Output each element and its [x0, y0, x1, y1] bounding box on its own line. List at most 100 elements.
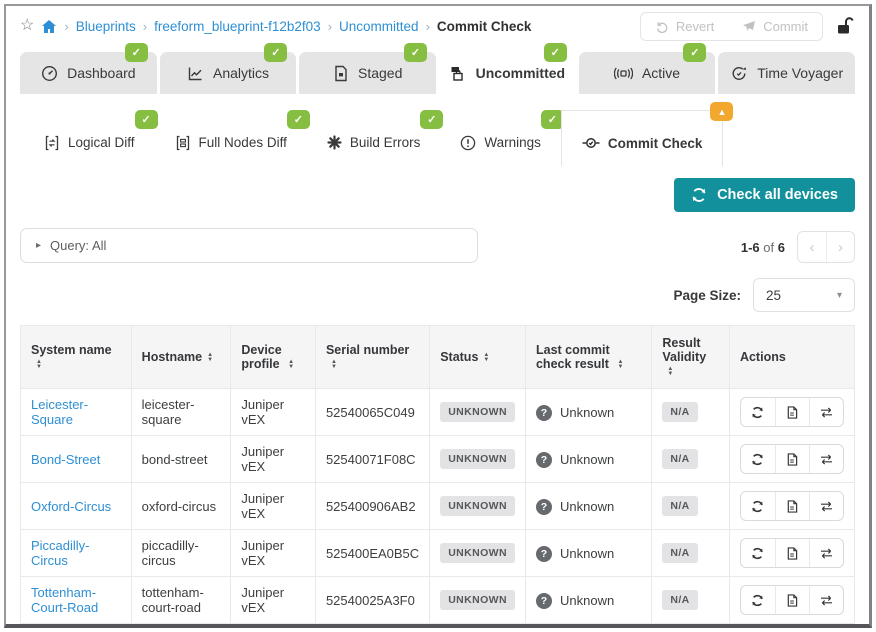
result-validity-badge: N/A: [662, 402, 697, 422]
col-last-commit-check-result[interactable]: Last commit check result ▲▼: [525, 326, 651, 389]
row-actions: [740, 444, 844, 474]
recheck-button[interactable]: [741, 398, 775, 426]
result-validity-badge: N/A: [662, 449, 697, 469]
device-profile-cell: Juniper vEX: [231, 436, 316, 483]
tab-dashboard[interactable]: Dashboard ✓: [20, 52, 157, 94]
revert-label: Revert: [676, 19, 714, 34]
last-commit-check-result: Unknown: [560, 546, 614, 561]
view-report-button[interactable]: [775, 398, 809, 426]
breadcrumb-separator: ›: [64, 19, 68, 34]
expand-arrow-icon[interactable]: ▸: [36, 240, 41, 251]
sort-icon[interactable]: ▲▼: [483, 353, 489, 363]
breadcrumb-bar: ☆ › Blueprints › freeform_blueprint-f12b…: [20, 6, 855, 44]
tab-staged[interactable]: Staged ✓: [299, 52, 436, 94]
hostname-cell: oxford-circus: [131, 483, 231, 530]
view-report-button[interactable]: [775, 492, 809, 520]
status-badge: UNKNOWN: [440, 543, 515, 563]
prev-page-button[interactable]: ‹: [798, 232, 826, 262]
col-status[interactable]: Status▲▼: [430, 326, 526, 389]
sub-tab-bar: Logical Diff ✓ Full Nodes Diff ✓ Build E…: [20, 110, 855, 166]
app-window: ☆ › Blueprints › freeform_blueprint-f12b…: [4, 4, 872, 628]
table-body: Leicester-Square leicester-square Junipe…: [21, 389, 855, 629]
table-row: Tottenham-Court-Road tottenham-court-roa…: [21, 577, 855, 624]
system-name-link[interactable]: Tottenham-Court-Road: [31, 585, 98, 615]
subtab-commit-check[interactable]: Commit Check ▲: [561, 110, 724, 166]
compare-button[interactable]: [809, 586, 843, 614]
subtab-warnings[interactable]: Warnings ✓: [440, 110, 561, 166]
col-result-validity[interactable]: Result Validity ▲▼: [652, 326, 730, 389]
revert-button[interactable]: Revert: [641, 13, 728, 40]
compare-button[interactable]: [809, 445, 843, 473]
view-report-button[interactable]: [775, 539, 809, 567]
table-row: Bond-Street bond-street Juniper vEX 5254…: [21, 436, 855, 483]
home-icon[interactable]: [41, 19, 57, 34]
revert-commit-button-group: Revert Commit: [640, 12, 823, 41]
system-name-link[interactable]: Piccadilly-Circus: [31, 538, 90, 568]
recheck-button[interactable]: [741, 586, 775, 614]
pagination-controls: ‹ ›: [797, 231, 855, 263]
status-badge: UNKNOWN: [440, 590, 515, 610]
subtab-full-nodes-diff[interactable]: Full Nodes Diff ✓: [155, 110, 307, 166]
favorite-star-icon[interactable]: ☆: [20, 18, 34, 34]
system-name-link[interactable]: Oxford-Circus: [31, 499, 111, 514]
compare-button[interactable]: [809, 492, 843, 520]
tab-label: Analytics: [213, 65, 269, 81]
query-panel[interactable]: ▸ Query: All: [20, 228, 478, 263]
status-badge: UNKNOWN: [440, 496, 515, 516]
row-actions: [740, 585, 844, 615]
last-commit-check-result: Unknown: [560, 405, 614, 420]
check-all-devices-button[interactable]: Check all devices: [674, 178, 855, 212]
serial-number-cell: 52540065C049: [315, 389, 429, 436]
caret-down-icon: ▾: [837, 290, 842, 301]
sort-icon[interactable]: ▲▼: [331, 360, 337, 370]
recheck-button[interactable]: [741, 445, 775, 473]
view-report-button[interactable]: [775, 445, 809, 473]
commit-button[interactable]: Commit: [728, 13, 822, 40]
system-name-link[interactable]: Bond-Street: [31, 452, 100, 467]
sort-icon[interactable]: ▲▼: [207, 353, 213, 363]
status-ok-badge: ✓: [544, 43, 567, 62]
page-size-value: 25: [766, 288, 781, 303]
row-actions: [740, 491, 844, 521]
breadcrumb-link-uncommitted[interactable]: Uncommitted: [339, 19, 419, 34]
recheck-button[interactable]: [741, 492, 775, 520]
status-ok-badge: ✓: [404, 43, 427, 62]
recheck-button[interactable]: [741, 539, 775, 567]
view-report-button[interactable]: [775, 586, 809, 614]
tab-analytics[interactable]: Analytics ✓: [160, 52, 297, 94]
system-name-link[interactable]: Leicester-Square: [31, 397, 88, 427]
serial-number-cell: 5254005826F7: [315, 624, 429, 629]
subtab-logical-diff[interactable]: Logical Diff ✓: [24, 110, 155, 166]
unlock-icon[interactable]: [833, 15, 855, 37]
page-size-select[interactable]: 25 ▾: [753, 278, 855, 312]
row-actions: [740, 397, 844, 427]
hostname-cell: piccadilly-circus: [131, 530, 231, 577]
sort-icon[interactable]: ▲▼: [667, 367, 673, 377]
tab-label: Staged: [358, 65, 402, 81]
query-label: Query: All: [50, 238, 106, 253]
tab-uncommitted[interactable]: Uncommitted ✓: [439, 52, 576, 94]
serial-number-cell: 52540071F08C: [315, 436, 429, 483]
compare-button[interactable]: [809, 539, 843, 567]
device-profile-cell: Juniper vEX: [231, 530, 316, 577]
breadcrumb-link-blueprint-name[interactable]: freeform_blueprint-f12b2f03: [154, 19, 321, 34]
table-header-row: System name▲▼ Hostname▲▼ Device profile …: [21, 326, 855, 389]
result-validity-badge: N/A: [662, 496, 697, 516]
col-device-profile[interactable]: Device profile ▲▼: [231, 326, 316, 389]
commit-label: Commit: [763, 19, 808, 34]
question-mark-icon: ?: [536, 499, 552, 515]
sort-icon[interactable]: ▲▼: [617, 360, 623, 370]
sort-icon[interactable]: ▲▼: [288, 360, 294, 370]
status-warning-badge: ▲: [710, 102, 733, 121]
tab-time-voyager[interactable]: Time Voyager: [718, 52, 855, 94]
col-system-name[interactable]: System name▲▼: [21, 326, 132, 389]
compare-button[interactable]: [809, 398, 843, 426]
next-page-button[interactable]: ›: [826, 232, 854, 262]
subtab-label: Commit Check: [608, 136, 703, 151]
breadcrumb-link-blueprints[interactable]: Blueprints: [76, 19, 136, 34]
col-hostname[interactable]: Hostname▲▼: [131, 326, 231, 389]
col-serial-number[interactable]: Serial number ▲▼: [315, 326, 429, 389]
sort-icon[interactable]: ▲▼: [36, 360, 42, 370]
tab-active[interactable]: Active ✓: [579, 52, 716, 94]
subtab-build-errors[interactable]: Build Errors ✓: [307, 110, 441, 166]
